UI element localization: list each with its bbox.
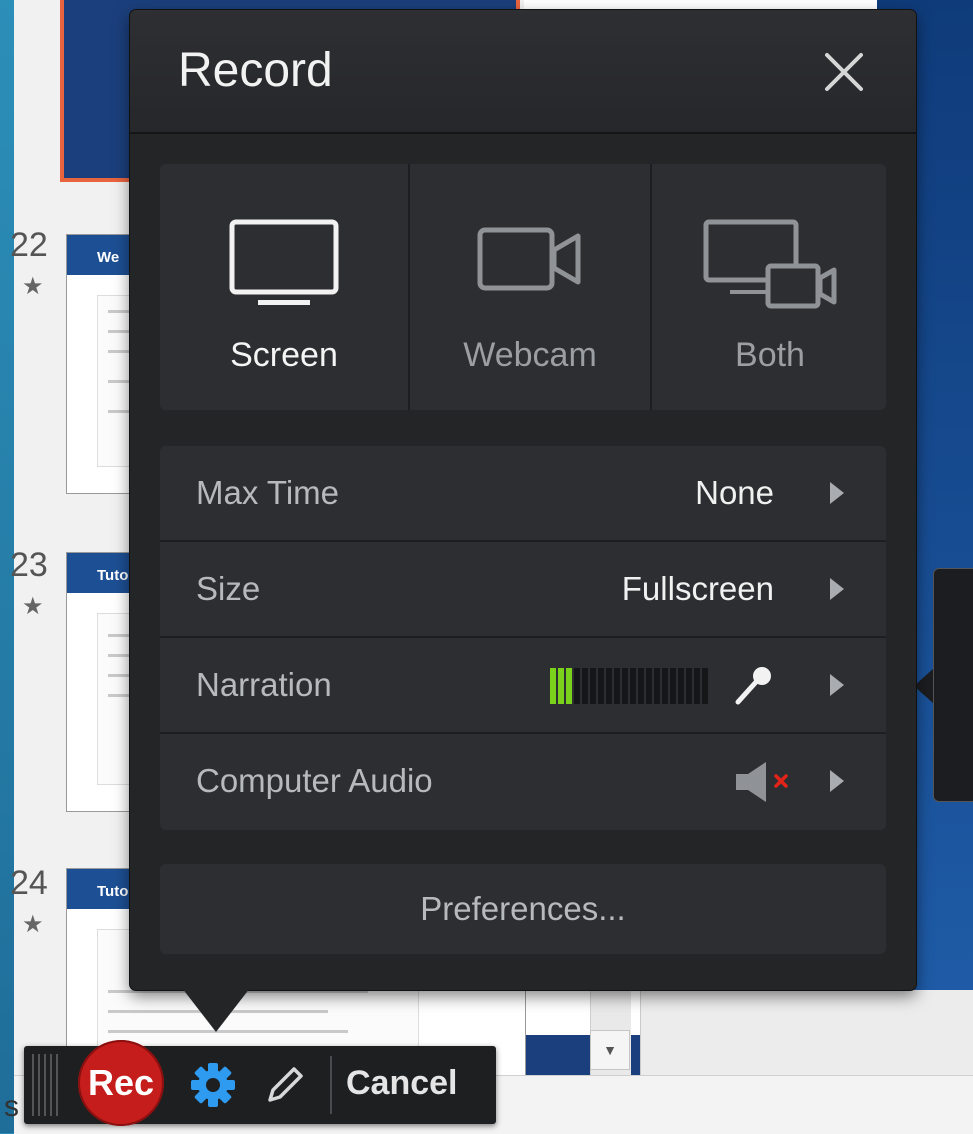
level-segment [622, 668, 628, 704]
slide-number: 24 [10, 864, 48, 902]
star-icon: ★ [22, 911, 44, 938]
max-time-row[interactable]: Max Time None [160, 446, 886, 540]
source-label: Both [735, 336, 805, 374]
level-segment [702, 668, 708, 704]
close-icon[interactable] [818, 46, 870, 98]
record-dialog: Record Screen Webcam Both Max Time None … [130, 10, 916, 990]
level-segment [654, 668, 660, 704]
level-segment [686, 668, 692, 704]
level-segment [590, 668, 596, 704]
size-label: Size [196, 570, 261, 607]
slide-number: 23 [10, 546, 48, 584]
chevron-right-icon [830, 770, 844, 792]
tooltip-pointer [914, 668, 934, 704]
source-webcam-button[interactable]: Webcam [408, 164, 650, 410]
source-screen-button[interactable]: Screen [160, 164, 408, 410]
record-label: Rec [87, 1062, 155, 1103]
max-time-label: Max Time [196, 474, 340, 511]
level-segment [598, 668, 604, 704]
dialog-header: Record [130, 10, 916, 134]
source-label: Webcam [463, 336, 597, 374]
star-icon: ★ [22, 273, 44, 300]
cancel-button[interactable]: Cancel [346, 1064, 458, 1103]
monitor-icon [224, 216, 344, 321]
monitor-camera-icon [700, 216, 840, 321]
preferences-label: Preferences... [420, 890, 626, 927]
chevron-right-icon [830, 482, 844, 504]
slide-number: 22 [10, 226, 48, 264]
microphone-icon[interactable] [730, 662, 778, 715]
slide-thumbnail-title: We [97, 249, 120, 266]
chevron-right-icon [830, 578, 844, 600]
drag-handle[interactable] [32, 1054, 62, 1116]
notes-pane [640, 990, 973, 1075]
preferences-button[interactable]: Preferences... [160, 864, 886, 954]
level-segment [678, 668, 684, 704]
level-segment [662, 668, 668, 704]
level-segment [670, 668, 676, 704]
slide-thumbnail-title: Tuto [97, 567, 129, 584]
camera-icon [470, 216, 590, 321]
slide-thumbnail-title: Tuto [97, 883, 129, 900]
pencil-icon[interactable] [260, 1060, 310, 1110]
speaker-muted-icon[interactable] [734, 758, 798, 811]
level-segment [638, 668, 644, 704]
recorder-toolbar: Rec Cancel [24, 1040, 496, 1126]
size-row[interactable]: Size Fullscreen [160, 540, 886, 636]
narration-row[interactable]: Narration [160, 636, 886, 732]
record-button[interactable]: Rec [78, 1040, 164, 1126]
level-segment [566, 668, 572, 704]
chevron-right-icon [830, 674, 844, 696]
size-value: Fullscreen [621, 570, 774, 607]
recording-settings: Max Time None Size Fullscreen Narration … [160, 446, 886, 830]
narration-label: Narration [196, 666, 332, 703]
level-segment [550, 668, 556, 704]
toolbar-divider [330, 1056, 332, 1114]
level-segment [646, 668, 652, 704]
level-segment [574, 668, 580, 704]
level-segment [558, 668, 564, 704]
gear-icon[interactable] [188, 1060, 238, 1110]
star-icon: ★ [22, 593, 44, 620]
max-time-value: None [695, 474, 774, 511]
status-text: s [4, 1090, 19, 1123]
source-both-button[interactable]: Both [650, 164, 888, 410]
level-segment [614, 668, 620, 704]
scroll-down-arrow-icon[interactable]: ▼ [590, 1030, 630, 1070]
level-segment [694, 668, 700, 704]
source-label: Screen [230, 336, 338, 374]
dialog-title: Record [178, 44, 333, 97]
level-segment [582, 668, 588, 704]
audio-level-meter [550, 668, 708, 704]
dialog-pointer [182, 988, 250, 1032]
recording-source-selector: Screen Webcam Both [160, 164, 886, 410]
computer-audio-label: Computer Audio [196, 762, 433, 799]
computer-audio-row[interactable]: Computer Audio [160, 732, 886, 828]
level-segment [606, 668, 612, 704]
level-segment [630, 668, 636, 704]
tooltip [933, 568, 973, 802]
